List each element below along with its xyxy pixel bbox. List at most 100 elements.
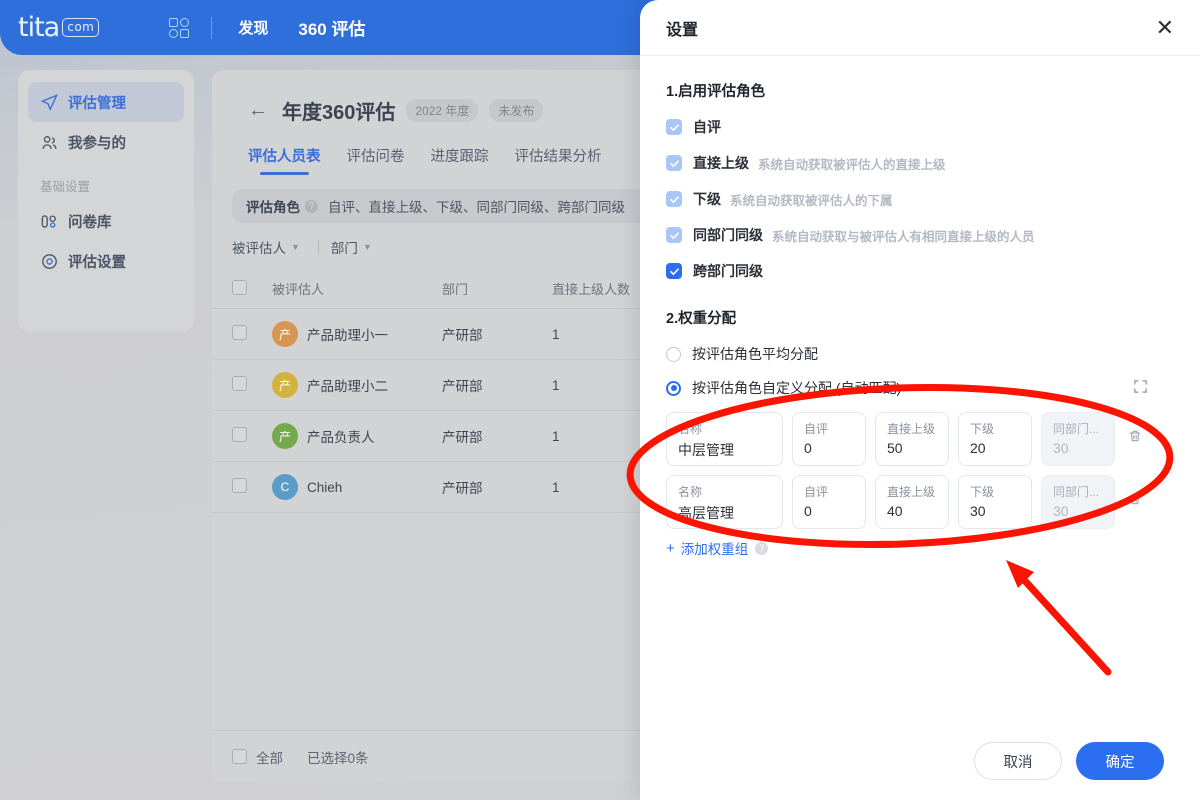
- sidebar-item-assessment-management[interactable]: 评估管理: [28, 82, 184, 122]
- row-checkbox[interactable]: [212, 410, 272, 462]
- select-all-label: 全部: [256, 750, 283, 766]
- weight-field-label: 同部门...: [1053, 422, 1100, 436]
- avatar: 产: [272, 423, 298, 449]
- close-icon[interactable]: ✕: [1156, 16, 1174, 39]
- cancel-button[interactable]: 取消: [974, 742, 1062, 780]
- sidebar-item-my-participation[interactable]: 我参与的: [28, 122, 184, 162]
- weight-field-same-dept: 同部门... 30: [1041, 412, 1115, 466]
- sidebar-item-label: 评估管理: [68, 95, 126, 112]
- weight-field-name[interactable]: 名称 高层管理: [666, 475, 783, 529]
- role-label: 同部门同级: [693, 227, 763, 243]
- role-hint: 系统自动获取与被评估人有相同直接上级的人员: [772, 229, 1035, 244]
- select-all-header-checkbox[interactable]: [212, 271, 272, 309]
- question-mark-icon[interactable]: ?: [305, 199, 318, 213]
- weight-group-row: 名称 高层管理 自评 0 直接上级 40 下级 30 同部门... 30: [666, 475, 1174, 529]
- filter-label: 部门: [330, 241, 358, 256]
- send-icon: [40, 93, 59, 112]
- tab-assessment-people[interactable]: 评估人员表: [248, 145, 321, 175]
- weight-field-self[interactable]: 自评 0: [792, 475, 866, 529]
- weight-field-direct-superior[interactable]: 直接上级 40: [875, 475, 949, 529]
- checkbox-checked-icon[interactable]: [666, 227, 682, 243]
- logo-wordmark: tita: [18, 12, 60, 43]
- question-mark-icon[interactable]: ?: [755, 541, 769, 555]
- column-header-department: 部门: [442, 271, 552, 309]
- weight-option-custom[interactable]: 按评估角色自定义分配 (自动匹配): [666, 378, 1174, 398]
- role-option-self-assessment[interactable]: 自评: [666, 117, 1174, 137]
- row-checkbox[interactable]: [212, 308, 272, 360]
- sidebar-item-question-bank[interactable]: 问卷库: [28, 201, 184, 241]
- nav-item-360-assessment[interactable]: 360 评估: [298, 15, 365, 40]
- add-weight-group-button[interactable]: + 添加权重组 ?: [666, 538, 1174, 558]
- row-department: 产研部: [442, 359, 552, 411]
- checkbox-checked-icon[interactable]: [666, 263, 682, 279]
- weight-field-label: 下级: [970, 485, 995, 499]
- weight-field-label: 名称: [678, 485, 703, 499]
- row-department: 产研部: [442, 461, 552, 513]
- back-arrow-icon[interactable]: ←: [248, 99, 268, 122]
- tab-questionnaire[interactable]: 评估问卷: [347, 145, 405, 175]
- weight-field-label: 名称: [678, 422, 703, 436]
- radio-selected-icon[interactable]: [666, 380, 681, 396]
- weight-option-label: 按评估角色平均分配: [692, 346, 818, 362]
- panel-footer: 取消 确定: [640, 722, 1200, 800]
- row-checkbox[interactable]: [212, 461, 272, 513]
- weight-group-row: 名称 中层管理 自评 0 直接上级 50 下级 20 同部门... 30: [666, 412, 1174, 466]
- weight-option-average[interactable]: 按评估角色平均分配: [666, 344, 1174, 364]
- filter-assessee[interactable]: 被评估人 ▼: [232, 237, 300, 257]
- settings-panel: 设置 ✕ 1.启用评估角色 自评 直接上级 系统自动获取被评估人的直接上级 下级…: [640, 0, 1200, 800]
- role-option-same-dept-peer[interactable]: 同部门同级 系统自动获取与被评估人有相同直接上级的人员: [666, 225, 1174, 245]
- select-all-checkbox[interactable]: [232, 749, 247, 764]
- weight-field-subordinate[interactable]: 下级 20: [958, 412, 1032, 466]
- weight-field-direct-superior[interactable]: 直接上级 50: [875, 412, 949, 466]
- weight-field-value: 0: [804, 440, 812, 456]
- role-option-direct-superior[interactable]: 直接上级 系统自动获取被评估人的直接上级: [666, 153, 1174, 173]
- avatar: 产: [272, 372, 298, 398]
- tita-logo[interactable]: tita com: [18, 12, 100, 43]
- checkbox-checked-icon[interactable]: [666, 191, 682, 207]
- tab-progress-tracking[interactable]: 进度跟踪: [431, 145, 489, 175]
- chevron-down-icon: ▼: [291, 242, 300, 252]
- weight-field-label: 直接上级: [887, 422, 936, 436]
- role-option-cross-dept-peer[interactable]: 跨部门同级: [666, 261, 1174, 281]
- tag-status: 未发布: [489, 99, 544, 122]
- tab-result-analysis[interactable]: 评估结果分析: [515, 145, 602, 175]
- weight-field-self[interactable]: 自评 0: [792, 412, 866, 466]
- role-label: 下级: [693, 191, 721, 207]
- row-assessee-name: Chieh: [307, 479, 343, 495]
- page-title: 年度360评估: [282, 102, 396, 124]
- checkbox-checked-icon[interactable]: [666, 119, 682, 135]
- book-icon: [40, 212, 59, 231]
- sidebar: 评估管理 我参与的 基础设置 问卷库 评估设置: [18, 70, 194, 332]
- nav-item-discover[interactable]: 发现: [238, 17, 268, 38]
- tag-year: 2022 年度: [406, 99, 479, 122]
- weight-field-value: 0: [804, 503, 812, 519]
- weight-field-value: 20: [970, 440, 986, 456]
- row-checkbox[interactable]: [212, 359, 272, 411]
- weight-field-value: 中层管理: [678, 442, 734, 458]
- expand-fullscreen-icon[interactable]: [1133, 379, 1148, 398]
- logo-com-badge: com: [62, 18, 100, 37]
- row-department: 产研部: [442, 308, 552, 360]
- apps-grid-icon[interactable]: [169, 17, 190, 38]
- confirm-button[interactable]: 确定: [1076, 742, 1164, 780]
- section-title-weight-allocation: 2.权重分配: [666, 311, 737, 327]
- weight-field-name[interactable]: 名称 中层管理: [666, 412, 783, 466]
- sidebar-item-label: 我参与的: [68, 135, 126, 152]
- radio-unselected-icon[interactable]: [666, 346, 681, 362]
- weight-field-value: 30: [1053, 503, 1069, 519]
- weight-field-value: 高层管理: [678, 505, 734, 521]
- sidebar-item-assessment-settings[interactable]: 评估设置: [28, 241, 184, 281]
- filter-department[interactable]: 部门 ▼: [331, 237, 372, 257]
- checkbox-checked-icon[interactable]: [666, 155, 682, 171]
- sidebar-item-label: 评估设置: [68, 254, 126, 271]
- target-icon: [40, 252, 59, 271]
- role-option-subordinate[interactable]: 下级 系统自动获取被评估人的下属: [666, 189, 1174, 209]
- trash-icon[interactable]: [1124, 429, 1146, 446]
- trash-icon[interactable]: [1124, 492, 1146, 509]
- panel-header: 设置 ✕: [640, 0, 1200, 56]
- weight-field-subordinate[interactable]: 下级 30: [958, 475, 1032, 529]
- plus-icon: +: [666, 539, 675, 557]
- role-label: 跨部门同级: [693, 263, 763, 279]
- filter-divider: [317, 240, 319, 254]
- row-assessee-name: 产品助理小二: [307, 379, 388, 394]
